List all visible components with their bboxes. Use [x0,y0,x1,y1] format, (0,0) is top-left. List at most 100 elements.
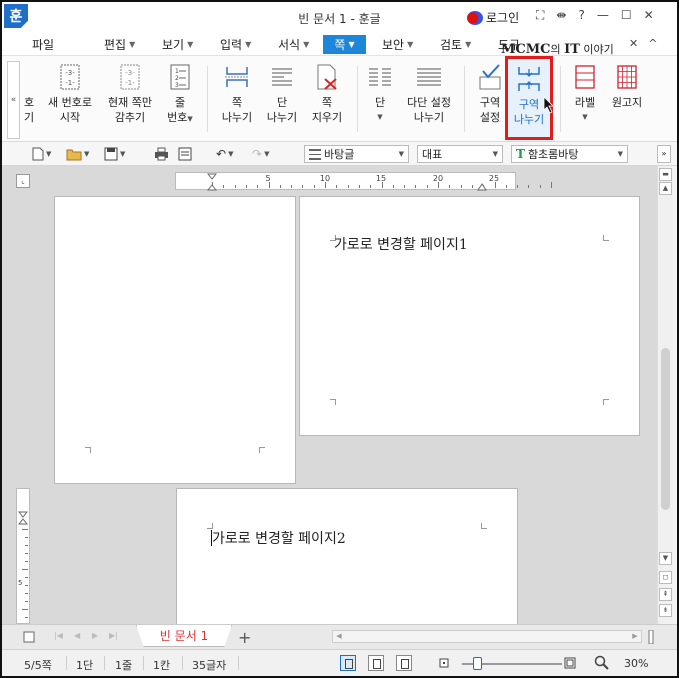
zoom-out-icon[interactable] [439,658,449,668]
add-tab-button[interactable]: + [238,628,251,647]
new-document-button[interactable]: ▼ [32,146,51,162]
scroll-left-icon[interactable]: ◀ [333,631,345,642]
chevron-down-icon: ▼ [187,40,194,49]
column-break-button[interactable]: 단 나누기 [261,62,303,136]
document-area[interactable]: 가로로 변경할 페이지1 가로로 변경할 페이지2 [2,166,657,638]
prev-tab-icon[interactable]: ◀ [74,631,80,640]
login-button[interactable]: 로그인 [467,9,519,26]
menu-view[interactable]: 보기 ▼ [156,35,199,54]
page-text-2[interactable]: 가로로 변경할 페이지2 [212,528,346,548]
vertical-margin-marker-icon[interactable] [18,511,28,525]
scroll-page-button[interactable]: ◻ [659,571,672,584]
columns-button[interactable]: 단 ▼ [364,62,396,136]
mouse-pointer-icon [543,96,554,114]
section-settings-button[interactable]: 구역 설정 [472,62,508,136]
scroll-top-button[interactable]: ▬ [659,168,672,181]
chevron-down-icon: ▼ [264,150,270,158]
font-language-select[interactable]: 대표 ▼ [417,145,503,163]
layout-icon[interactable]: ⇼ [556,8,566,23]
scroll-right-icon[interactable]: ▶ [629,631,641,642]
save-button[interactable]: ▼ [104,146,125,162]
undo-button[interactable]: ↶ ▼ [216,146,233,162]
page-break-button[interactable]: 쪽 나누기 [215,62,259,136]
ruler-tick [302,185,304,188]
page-portrait-1[interactable] [54,196,296,484]
prev-page-button[interactable]: ⇞ [659,588,672,601]
preview-button[interactable] [178,146,192,162]
delete-page-button[interactable]: 쪽 지우기 [306,62,348,136]
last-tab-icon[interactable]: ▶| [109,631,118,640]
delete-page-icon [313,62,341,92]
ruler-toggle-button[interactable]: ⌞ [16,174,30,188]
menu-format[interactable]: 서식 ▼ [272,35,315,54]
svg-text:-3-: -3- [125,69,135,77]
menu-security[interactable]: 보안 ▼ [376,35,419,54]
ruler-tick [415,185,417,188]
tab-list-icon[interactable] [23,631,35,643]
collapse-ribbon-icon[interactable]: ^ [648,37,657,50]
ruler-tick [25,545,28,546]
toolbar-expand-button[interactable]: » [657,145,671,163]
menu-page[interactable]: 쪽 ▼ [323,35,366,54]
maximize-icon[interactable]: ☐ [621,8,632,23]
ruler-tick [25,601,28,602]
vertical-scrollbar[interactable]: ▬ ▲ ▼ ◻ ⇞ ⇟ [657,166,673,624]
chevron-down-icon: ▼ [492,150,498,158]
app-logo-icon[interactable]: 훈 [4,4,28,28]
page-landscape-1[interactable]: 가로로 변경할 페이지1 [299,196,640,436]
zoom-level[interactable]: 30% [624,657,648,670]
ribbon-separator [464,66,465,132]
page-landscape-2[interactable]: 가로로 변경할 페이지2 [176,488,518,638]
scroll-thumb[interactable] [661,348,670,510]
right-indent-marker-icon[interactable] [477,182,487,191]
chevron-down-icon: ▼ [129,40,136,49]
ruler-tick [325,182,326,188]
menu-insert[interactable]: 입력 ▼ [214,35,257,54]
label-button[interactable]: 라벨 ▼ [568,62,602,136]
first-tab-icon[interactable]: |◀ [54,631,63,640]
line-number-button[interactable]: 123 줄 번호▼ [162,62,198,136]
view-full-button[interactable] [396,655,412,671]
margin-corner-mark [603,235,609,241]
redo-button[interactable]: ↷ ▼ [252,146,269,162]
hide-current-page-button[interactable]: -3- -1- 현재 쪽만 감추기 [102,62,158,136]
manuscript-button[interactable]: 원고지 [606,62,648,136]
font-name-select[interactable]: T 함초롬바탕 ▼ [511,145,628,163]
close-icon[interactable]: ✕ [644,8,654,23]
ruler-tick [268,182,270,188]
split-handle-icon[interactable] [648,630,654,644]
paragraph-style-select[interactable]: 바탕글 ▼ [304,145,409,163]
new-number-start-button[interactable]: -3- -1- 새 번호로 시작 [42,62,98,136]
zoom-in-icon[interactable] [564,657,576,669]
menu-edit[interactable]: 편집 ▼ [98,35,141,54]
scroll-down-button[interactable]: ▼ [659,552,672,565]
indent-marker-icon[interactable] [207,173,217,191]
view-page-button[interactable] [340,655,356,671]
scroll-up-button[interactable]: ▲ [659,182,672,195]
multi-column-break-button[interactable]: 다단 설정 나누기 [402,62,456,136]
zoom-slider-thumb[interactable] [473,657,482,670]
view-width-button[interactable] [368,655,384,671]
minimize-icon[interactable]: — [597,8,609,23]
tab-document-1[interactable]: 빈 문서 1 [136,625,232,647]
vertical-ruler[interactable]: 5 [16,488,30,626]
next-page-button[interactable]: ⇟ [659,604,672,617]
zoom-magnifier-icon[interactable] [594,655,610,671]
menu-file[interactable]: 파일 [26,35,60,54]
page-text-1[interactable]: 가로로 변경할 페이지1 [334,234,468,254]
print-button[interactable] [154,146,169,162]
open-folder-button[interactable]: ▼ [66,146,89,162]
print-icon [155,147,168,161]
ruler-tick [347,185,349,188]
login-label: 로그인 [486,11,520,25]
svg-text:3: 3 [175,82,179,89]
status-page[interactable]: 5/5쪽 [24,657,52,673]
ribbon-partial-button[interactable]: 호 기 [20,62,38,136]
close-doc-icon[interactable]: ✕ [629,37,638,50]
help-icon[interactable]: ? [578,8,584,23]
horizontal-scrollbar[interactable]: ◀ ▶ [332,630,642,643]
horizontal-ruler[interactable]: 5 10 15 20 25 [175,172,552,191]
menu-review[interactable]: 검토 ▼ [434,35,477,54]
next-tab-icon[interactable]: ▶ [92,631,98,640]
fullscreen-icon[interactable]: ⛶ [536,8,544,23]
